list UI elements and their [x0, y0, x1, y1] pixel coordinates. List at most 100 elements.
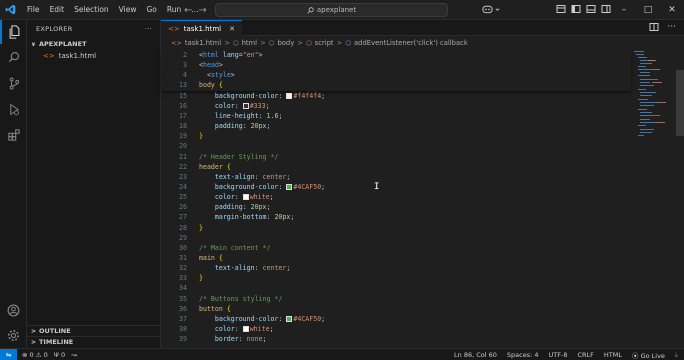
menu-file[interactable]: File — [22, 0, 45, 20]
menu-selection[interactable]: Selection — [69, 0, 114, 20]
line-number: 36 — [179, 304, 187, 313]
code-line[interactable]: 24 background-color: #4CAF50; — [161, 182, 631, 192]
code-line[interactable]: 34 — [161, 283, 631, 293]
code-line[interactable]: 3 <head> — [161, 60, 631, 71]
folder-apexplanet[interactable]: ∨ APEXPLANET — [27, 38, 160, 50]
copilot-button[interactable] — [482, 4, 500, 14]
run-debug-icon[interactable] — [0, 97, 27, 121]
chevron-right-icon: > — [31, 327, 37, 335]
code-line[interactable]: 33} — [161, 273, 631, 283]
account-icon[interactable] — [0, 298, 27, 322]
code-line[interactable]: 28} — [161, 223, 631, 233]
more-actions-icon[interactable]: ··· — [145, 25, 152, 33]
code-line[interactable]: 13 body { — [161, 80, 631, 91]
language-mode[interactable]: HTML — [604, 351, 622, 359]
activity-bar — [0, 20, 27, 348]
cursor-position[interactable]: Ln 86, Col 60 — [454, 351, 497, 359]
element-icon: ⬡ — [268, 38, 275, 47]
mouse-cursor-icon: I — [374, 182, 380, 192]
code-line[interactable]: 18 padding: 20px; — [161, 121, 631, 131]
code-line[interactable]: 16 color: #333; — [161, 101, 631, 111]
minimize-button[interactable]: – — [612, 0, 636, 20]
menu-run[interactable]: Run — [162, 0, 186, 20]
go-live-button[interactable]: ⦿ Go Live — [632, 350, 665, 360]
code-line[interactable]: 21/* Header Styling */ — [161, 152, 631, 162]
more-actions-icon[interactable]: ··· — [667, 22, 676, 32]
vscode-logo-icon — [0, 0, 20, 20]
code-line[interactable]: 17 line-height: 1.6; — [161, 111, 631, 121]
maximize-button[interactable]: □ — [636, 0, 660, 20]
tab-task1-html[interactable]: <> task1.html ✕ — [161, 20, 242, 36]
notifications-bell-icon[interactable]: ♭ — [675, 351, 678, 359]
code-editor[interactable]: 2 <html lang="en"> 3 <head> 4 <style> 13 body … — [161, 49, 631, 348]
line-number: 34 — [179, 284, 187, 293]
extensions-icon[interactable] — [0, 123, 27, 147]
menu-edit[interactable]: Edit — [45, 0, 70, 20]
menu-go[interactable]: Go — [141, 0, 161, 20]
end-of-line[interactable]: CRLF — [577, 351, 593, 359]
code-line[interactable]: 32 text-align: center; — [161, 263, 631, 273]
gear-icon[interactable] — [0, 323, 27, 347]
breadcrumb-item[interactable]: html — [242, 39, 257, 47]
code-line[interactable]: 26 padding: 20px; — [161, 202, 631, 212]
code-line[interactable]: 30/* Main content */ — [161, 243, 631, 253]
line-number: 23 — [179, 172, 187, 181]
breadcrumb-item[interactable]: task1.html — [185, 39, 221, 47]
code-line[interactable]: 22 header { — [161, 162, 631, 172]
line-number: 30 — [179, 243, 187, 252]
ports-indicator[interactable]: Ψ 0 — [54, 351, 65, 359]
code-line[interactable]: 39 border: none; — [161, 334, 631, 344]
copilot-icon — [482, 5, 493, 14]
breadcrumb-item[interactable]: script — [315, 39, 334, 47]
code-line[interactable]: 15 background-color: #f4f4f4; — [161, 91, 631, 101]
forward-arrow-icon[interactable]: → — [198, 5, 206, 16]
code-line[interactable]: 20 — [161, 141, 631, 151]
line-number: 32 — [179, 264, 187, 273]
code-line[interactable]: 19} — [161, 131, 631, 141]
layout-customize-icon[interactable] — [556, 4, 566, 14]
code-line[interactable]: 2 <html lang="en"> — [161, 50, 631, 61]
toggle-secondary-sidebar-icon[interactable] — [601, 4, 611, 14]
breadcrumb-item[interactable]: addEventListener('click') callback — [354, 39, 468, 47]
chevron-down-icon — [495, 7, 500, 11]
code-line[interactable]: 23 text-align: center; — [161, 172, 631, 182]
status-left: ⊗ 0 ⚠ 0 Ψ 0 ↝ — [22, 351, 77, 359]
line-number: 15 — [179, 91, 187, 100]
code-line[interactable]: 31 main { — [161, 253, 631, 263]
command-center-search[interactable]: apexplanet — [215, 3, 448, 17]
source-control-icon[interactable] — [0, 71, 27, 95]
code-line[interactable]: 35/* Buttons styling */ — [161, 294, 631, 304]
code-line[interactable]: 37 background-color: #4CAF50; — [161, 314, 631, 324]
breadcrumb-item[interactable]: body — [277, 39, 294, 47]
back-arrow-icon[interactable]: ← — [184, 5, 192, 16]
vertical-scrollbar[interactable] — [676, 70, 684, 136]
code-line[interactable]: 4 <style> — [161, 70, 631, 81]
close-window-button[interactable]: ✕ — [660, 0, 684, 20]
window-controls: – □ ✕ — [612, 0, 684, 20]
toggle-panel-icon[interactable] — [586, 4, 596, 14]
remote-indicator-icon[interactable]: ⇋ — [0, 348, 17, 360]
outline-section[interactable]: > OUTLINE — [27, 325, 161, 336]
indentation[interactable]: Spaces: 4 — [507, 351, 539, 359]
menu-view[interactable]: View — [114, 0, 142, 20]
line-number: 24 — [179, 182, 187, 191]
explorer-sidebar: EXPLORER ··· ∨ APEXPLANET <> task1.html … — [27, 20, 161, 348]
code-line[interactable]: 38 color: white; — [161, 324, 631, 334]
toggle-primary-sidebar-icon[interactable] — [571, 4, 581, 14]
code-line[interactable]: 36 button { — [161, 304, 631, 314]
close-icon[interactable]: ✕ — [229, 25, 235, 33]
live-share-icon[interactable]: ↝ — [71, 351, 76, 359]
problems-indicator[interactable]: ⊗ 0 ⚠ 0 — [22, 351, 48, 359]
minimap[interactable] — [634, 49, 674, 348]
encoding[interactable]: UTF-8 — [549, 351, 568, 359]
split-editor-icon[interactable] — [649, 22, 659, 32]
code-line[interactable]: 27 margin-bottom: 20px; — [161, 212, 631, 222]
file-item-task1[interactable]: <> task1.html — [27, 50, 160, 62]
code-line[interactable]: 29 — [161, 233, 631, 243]
search-icon[interactable] — [0, 45, 27, 69]
warning-count: 0 — [43, 350, 48, 359]
timeline-section[interactable]: > TIMELINE — [27, 336, 161, 347]
html-file-icon: <> — [168, 24, 180, 33]
explorer-icon[interactable] — [0, 20, 27, 44]
code-line[interactable]: 25 color: white; — [161, 192, 631, 202]
